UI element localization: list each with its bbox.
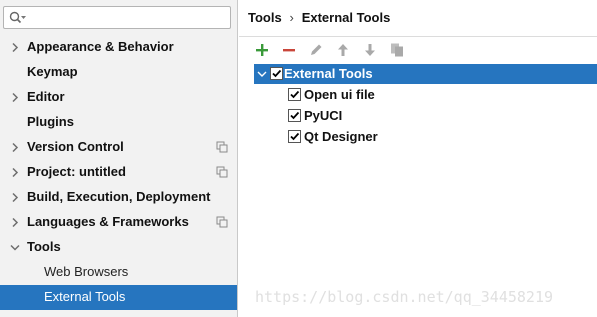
project-settings-icon bbox=[216, 141, 228, 153]
sidebar-item-label: Languages & Frameworks bbox=[27, 214, 189, 229]
checkmark-icon bbox=[290, 111, 300, 120]
sidebar-item-label: Keymap bbox=[27, 64, 78, 79]
watermark: https://blog.csdn.net/qq_34458219 bbox=[255, 288, 554, 306]
sidebar-item-plugins[interactable]: Plugins bbox=[0, 110, 237, 135]
search-input[interactable] bbox=[30, 9, 226, 26]
sidebar-item-label: Build, Execution, Deployment bbox=[27, 189, 211, 204]
toolbar-divider bbox=[239, 36, 597, 37]
project-settings-icon bbox=[216, 166, 228, 178]
tool-checkbox[interactable] bbox=[288, 130, 301, 143]
breadcrumb-current: External Tools bbox=[301, 10, 391, 25]
sidebar-item-tools[interactable]: Tools bbox=[0, 235, 237, 260]
sidebar-item-build-execution-deployment[interactable]: Build, Execution, Deployment bbox=[0, 185, 237, 210]
search-box[interactable] bbox=[3, 6, 231, 29]
chevron-right-icon bbox=[12, 192, 19, 203]
remove-icon[interactable] bbox=[280, 41, 298, 59]
copy-icon[interactable] bbox=[388, 41, 406, 59]
tool-group-row[interactable]: External Tools bbox=[254, 64, 597, 84]
breadcrumb: Tools › External Tools bbox=[248, 10, 390, 28]
sidebar-item-external-tools[interactable]: External Tools bbox=[0, 285, 237, 310]
move-down-icon[interactable] bbox=[361, 41, 379, 59]
chevron-down-icon bbox=[10, 244, 20, 251]
project-settings-icon bbox=[216, 216, 228, 228]
move-up-icon[interactable] bbox=[334, 41, 352, 59]
tool-label: PyUCI bbox=[304, 108, 343, 123]
checkmark-icon bbox=[272, 69, 282, 78]
add-icon[interactable] bbox=[253, 41, 271, 59]
sidebar-item-label: Project: untitled bbox=[27, 164, 126, 179]
sidebar-item-appearance-behavior[interactable]: Appearance & Behavior bbox=[0, 35, 237, 60]
tool-group-checkbox[interactable] bbox=[270, 67, 283, 80]
settings-content: Tools › External Tools External Tools Op… bbox=[239, 0, 597, 317]
sidebar-item-keymap[interactable]: Keymap bbox=[0, 60, 237, 85]
sidebar-item-web-browsers[interactable]: Web Browsers bbox=[0, 260, 237, 285]
tool-checkbox[interactable] bbox=[288, 88, 301, 101]
chevron-right-icon bbox=[12, 92, 19, 103]
chevron-right-icon bbox=[12, 217, 19, 228]
tool-group-label: External Tools bbox=[284, 66, 373, 81]
sidebar-item-label: Plugins bbox=[27, 114, 74, 129]
tool-row[interactable]: Qt Designer bbox=[254, 127, 597, 147]
edit-icon[interactable] bbox=[307, 41, 325, 59]
tool-label: Open ui file bbox=[304, 87, 375, 102]
breadcrumb-parent[interactable]: Tools bbox=[248, 10, 282, 25]
search-icon bbox=[9, 11, 26, 24]
tool-row[interactable]: PyUCI bbox=[254, 106, 597, 126]
sidebar-item-label: Appearance & Behavior bbox=[27, 39, 174, 54]
tool-label: Qt Designer bbox=[304, 129, 378, 144]
chevron-right-icon bbox=[12, 42, 19, 53]
sidebar-item-editor[interactable]: Editor bbox=[0, 85, 237, 110]
sidebar-item-label: Tools bbox=[27, 239, 61, 254]
tool-checkbox[interactable] bbox=[288, 109, 301, 122]
checkmark-icon bbox=[290, 132, 300, 141]
sidebar-item-label: Editor bbox=[27, 89, 65, 104]
sidebar-item-project[interactable]: Project: untitled bbox=[0, 160, 237, 185]
sidebar-item-languages-frameworks[interactable]: Languages & Frameworks bbox=[0, 210, 237, 235]
chevron-right-icon bbox=[12, 142, 19, 153]
sidebar-item-label: Web Browsers bbox=[44, 264, 129, 279]
checkmark-icon bbox=[290, 90, 300, 99]
chevron-down-icon[interactable] bbox=[257, 69, 267, 79]
sidebar-item-version-control[interactable]: Version Control bbox=[0, 135, 237, 160]
settings-dialog: Appearance & Behavior Keymap Editor Plug… bbox=[0, 0, 597, 317]
breadcrumb-separator: › bbox=[289, 10, 294, 25]
chevron-right-icon bbox=[12, 167, 19, 178]
settings-sidebar: Appearance & Behavior Keymap Editor Plug… bbox=[0, 0, 238, 317]
sidebar-item-label: Version Control bbox=[27, 139, 124, 154]
tool-row[interactable]: Open ui file bbox=[254, 85, 597, 105]
sidebar-item-label: External Tools bbox=[44, 289, 126, 304]
